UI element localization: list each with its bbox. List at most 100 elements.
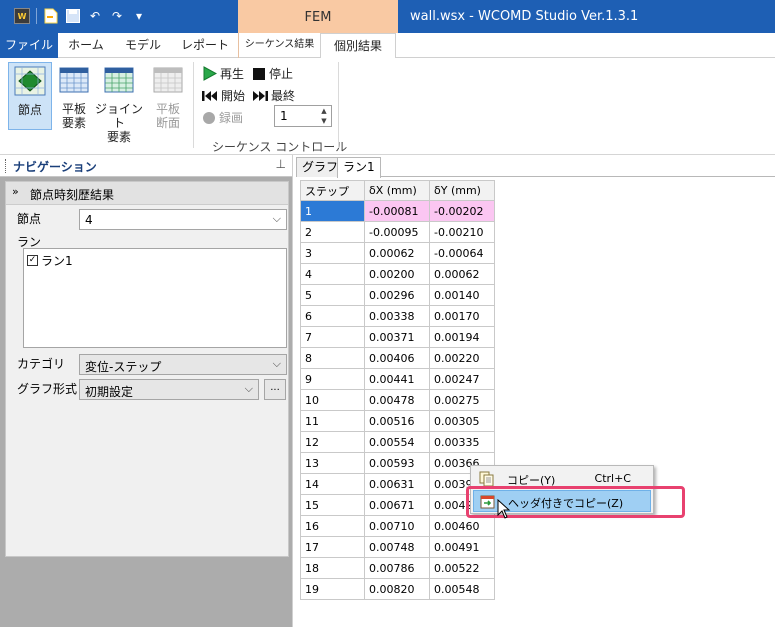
panel-grip-icon[interactable] — [5, 159, 8, 173]
cell-dx[interactable]: -0.00081 — [364, 200, 430, 222]
cell-dy[interactable]: 0.00194 — [429, 326, 495, 348]
cell-dy[interactable]: 0.00220 — [429, 347, 495, 369]
column-header-dy[interactable]: δY (mm) — [429, 180, 495, 201]
tab-file[interactable]: ファイル — [0, 33, 58, 58]
play-button[interactable]: 再生 — [202, 65, 244, 82]
table-row[interactable]: 3 0.00062 -0.00064 — [300, 242, 495, 264]
graph-format-more-button[interactable]: ... — [264, 379, 286, 400]
go-to-end-button[interactable]: 最終 — [252, 87, 295, 104]
cell-dx[interactable]: 0.00338 — [364, 305, 430, 327]
cell-dy[interactable]: 0.00335 — [429, 431, 495, 453]
tab-model[interactable]: モデル — [114, 33, 172, 58]
tab-individual-results[interactable]: 個別結果 — [320, 33, 396, 59]
save-icon[interactable] — [65, 8, 81, 24]
cell-dx[interactable]: 0.00296 — [364, 284, 430, 306]
column-header-step[interactable]: ステップ — [300, 180, 365, 201]
collapse-chevron-icon[interactable]: » — [12, 185, 19, 198]
app-icon[interactable]: W — [14, 8, 30, 24]
cell-dx[interactable]: 0.00820 — [364, 578, 430, 600]
cell-dy[interactable]: -0.00210 — [429, 221, 495, 243]
cell-dy[interactable]: 0.00522 — [429, 557, 495, 579]
customize-toolbar-icon[interactable]: ▾ — [131, 8, 147, 24]
cell-dx[interactable]: -0.00095 — [364, 221, 430, 243]
table-row[interactable]: 7 0.00371 0.00194 — [300, 326, 495, 348]
stepper-down-icon[interactable]: ▼ — [317, 116, 331, 126]
tab-run1[interactable]: ラン1 — [337, 157, 381, 178]
cell-step[interactable]: 6 — [300, 305, 365, 327]
table-row[interactable]: 11 0.00516 0.00305 — [300, 410, 495, 432]
cell-dx[interactable]: 0.00371 — [364, 326, 430, 348]
cell-dx[interactable]: 0.00441 — [364, 368, 430, 390]
table-row[interactable]: 17 0.00748 0.00491 — [300, 536, 495, 558]
cell-dy[interactable]: 0.00491 — [429, 536, 495, 558]
table-row[interactable]: 6 0.00338 0.00170 — [300, 305, 495, 327]
cell-dy[interactable]: -0.00202 — [429, 200, 495, 222]
cell-dy[interactable]: 0.00275 — [429, 389, 495, 411]
cell-step[interactable]: 16 — [300, 515, 365, 537]
stepper-up-icon[interactable]: ▲ — [317, 106, 331, 116]
cell-step[interactable]: 13 — [300, 452, 365, 474]
cell-dx[interactable]: 0.00786 — [364, 557, 430, 579]
cell-dy[interactable]: -0.00064 — [429, 242, 495, 264]
category-select[interactable]: 変位-ステップ ⌵ — [79, 354, 287, 375]
table-row[interactable]: 5 0.00296 0.00140 — [300, 284, 495, 306]
plate-element-button[interactable]: 平板 要素 — [52, 62, 96, 130]
cell-dx[interactable]: 0.00200 — [364, 263, 430, 285]
table-row[interactable]: 10 0.00478 0.00275 — [300, 389, 495, 411]
cell-step[interactable]: 19 — [300, 578, 365, 600]
column-header-dx[interactable]: δX (mm) — [364, 180, 430, 201]
plate-section-button[interactable]: 平板 断面 — [146, 62, 190, 130]
cell-step[interactable]: 1 — [300, 200, 365, 222]
table-row[interactable]: 19 0.00820 0.00548 — [300, 578, 495, 600]
cell-step[interactable]: 8 — [300, 347, 365, 369]
step-stepper[interactable]: 1 ▲ ▼ — [274, 105, 332, 127]
run-list[interactable]: ✓ ラン1 — [23, 248, 287, 348]
checkbox-checked-icon[interactable]: ✓ — [27, 255, 38, 266]
node-button[interactable]: 節点 — [8, 62, 52, 130]
table-row[interactable]: 18 0.00786 0.00522 — [300, 557, 495, 579]
cell-step[interactable]: 15 — [300, 494, 365, 516]
cell-dx[interactable]: 0.00516 — [364, 410, 430, 432]
new-file-icon[interactable] — [43, 8, 59, 24]
redo-icon[interactable]: ↷ — [109, 8, 125, 24]
joint-element-button[interactable]: ジョイント 要素 — [92, 62, 146, 144]
stepper-arrows[interactable]: ▲ ▼ — [317, 106, 331, 126]
pin-icon[interactable]: ⊥ — [276, 157, 286, 171]
cell-dx[interactable]: 0.00710 — [364, 515, 430, 537]
table-row[interactable]: 13 0.00593 0.00366 — [300, 452, 495, 474]
table-row[interactable]: 8 0.00406 0.00220 — [300, 347, 495, 369]
table-row[interactable]: 16 0.00710 0.00460 — [300, 515, 495, 537]
cell-step[interactable]: 18 — [300, 557, 365, 579]
cell-step[interactable]: 10 — [300, 389, 365, 411]
cell-dx[interactable]: 0.00631 — [364, 473, 430, 495]
graph-format-select[interactable]: 初期設定 ⌵ — [79, 379, 259, 400]
table-row[interactable]: 12 0.00554 0.00335 — [300, 431, 495, 453]
cell-step[interactable]: 12 — [300, 431, 365, 453]
cell-dy[interactable]: 0.00062 — [429, 263, 495, 285]
cell-step[interactable]: 3 — [300, 242, 365, 264]
cell-dy[interactable]: 0.00247 — [429, 368, 495, 390]
panel-splitter[interactable] — [292, 155, 296, 627]
table-row[interactable]: 4 0.00200 0.00062 — [300, 263, 495, 285]
cell-step[interactable]: 14 — [300, 473, 365, 495]
table-row[interactable]: 9 0.00441 0.00247 — [300, 368, 495, 390]
cell-step[interactable]: 2 — [300, 221, 365, 243]
cell-dx[interactable]: 0.00748 — [364, 536, 430, 558]
cell-step[interactable]: 11 — [300, 410, 365, 432]
undo-icon[interactable]: ↶ — [87, 8, 103, 24]
stop-button[interactable]: 停止 — [252, 65, 293, 82]
cell-dy[interactable]: 0.00548 — [429, 578, 495, 600]
tab-sequence-results[interactable]: シーケンス結果 — [238, 33, 320, 58]
cell-dx[interactable]: 0.00406 — [364, 347, 430, 369]
cell-dy[interactable]: 0.00140 — [429, 284, 495, 306]
cell-dy[interactable]: 0.00170 — [429, 305, 495, 327]
cell-dy[interactable]: 0.00460 — [429, 515, 495, 537]
cell-step[interactable]: 9 — [300, 368, 365, 390]
go-to-start-button[interactable]: 開始 — [202, 87, 245, 104]
cell-step[interactable]: 5 — [300, 284, 365, 306]
section-header[interactable]: » 節点時刻歴結果 — [6, 182, 288, 205]
cell-dy[interactable]: 0.00305 — [429, 410, 495, 432]
cell-step[interactable]: 7 — [300, 326, 365, 348]
tab-report[interactable]: レポート — [172, 33, 238, 58]
cell-dx[interactable]: 0.00554 — [364, 431, 430, 453]
